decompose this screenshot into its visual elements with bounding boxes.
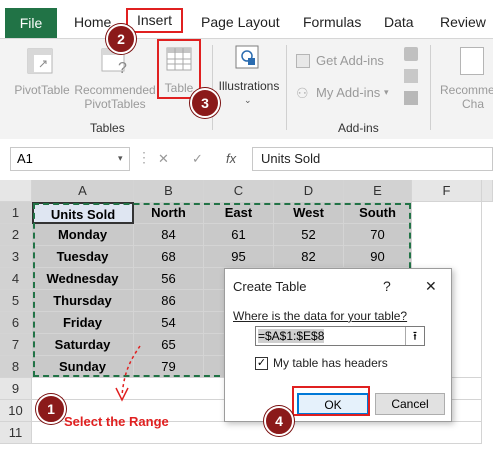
row-header[interactable]: 3	[0, 246, 32, 268]
tab-review[interactable]: Review	[440, 14, 486, 30]
dialog-title: Create Table	[233, 279, 307, 294]
column-header-e[interactable]: E	[344, 180, 412, 202]
cancel-button[interactable]: Cancel	[375, 393, 445, 415]
chevron-down-icon: ▾	[384, 87, 389, 97]
row-header[interactable]: 11	[0, 422, 32, 444]
ok-highlight	[292, 386, 370, 416]
more-icon: ⋮	[137, 149, 151, 165]
ribbon-tab-bar: File Home Insert Page Layout Formulas Da…	[0, 0, 493, 40]
row-header[interactable]: 7	[0, 334, 32, 356]
tab-data[interactable]: Data	[384, 14, 414, 30]
recommended-charts-icon	[460, 47, 484, 75]
row-header[interactable]: 8	[0, 356, 32, 378]
column-header-a[interactable]: A	[32, 180, 134, 202]
ribbon-separator	[212, 45, 213, 130]
row-header[interactable]: 1	[0, 202, 32, 224]
illustrations-label: Illustrations	[218, 79, 280, 93]
name-box[interactable]: A1	[10, 147, 130, 171]
row-header[interactable]: 10	[0, 400, 32, 422]
headers-checkbox-label[interactable]: My table has headers	[273, 356, 388, 370]
ribbon-separator	[430, 45, 431, 130]
addins-icon: ⚇	[296, 85, 309, 101]
tab-insert[interactable]: Insert	[126, 8, 183, 33]
group-label-tables: Tables	[90, 121, 125, 135]
row-header[interactable]: 2	[0, 224, 32, 246]
collapse-dialog-icon[interactable]: ⭱	[405, 327, 424, 345]
row-header[interactable]: 5	[0, 290, 32, 312]
help-button[interactable]: ?	[383, 278, 391, 294]
ribbon-separator	[286, 45, 287, 130]
recommended-pivottables-button[interactable]: ? Recommended PivotTables	[72, 43, 158, 115]
visio-icon[interactable]	[404, 47, 418, 61]
recommended-charts-label-2: Cha	[462, 97, 485, 111]
tab-file[interactable]: File	[5, 8, 57, 38]
ribbon: PivotTable ? Recommended PivotTables Tab…	[0, 38, 493, 140]
row-header[interactable]: 4	[0, 268, 32, 290]
tab-formulas[interactable]: Formulas	[303, 14, 361, 30]
formula-bar: A1 ▾ ⋮ ✕ ✓ fx Units Sold	[0, 139, 493, 179]
get-addins-button[interactable]: Get Add-ins	[296, 53, 396, 73]
pivottable-button[interactable]: PivotTable	[12, 43, 72, 103]
column-header-f[interactable]: F	[412, 180, 482, 202]
recommended-charts-button[interactable]: Recomme Cha	[438, 43, 493, 113]
chevron-down-icon[interactable]: ▾	[118, 153, 123, 164]
people-graph-icon[interactable]	[404, 91, 418, 105]
column-header-d[interactable]: D	[274, 180, 344, 202]
recommended-charts-label-1: Recomme	[440, 83, 493, 97]
cancel-icon[interactable]: ✕	[158, 151, 169, 167]
range-value: =$A$1:$E$8	[258, 329, 325, 343]
step-badge-4: 4	[264, 406, 294, 436]
step-badge-3: 3	[190, 88, 220, 118]
row-header[interactable]: 9	[0, 378, 32, 400]
tab-page-layout[interactable]: Page Layout	[201, 14, 280, 30]
tab-home[interactable]: Home	[74, 14, 111, 30]
svg-text:?: ?	[118, 60, 127, 77]
pivottable-icon	[27, 48, 53, 74]
table-button[interactable]: Table	[157, 39, 201, 99]
range-input[interactable]: =$A$1:$E$8 ⭱	[255, 326, 425, 346]
my-addins-label: My Add-ins	[316, 85, 381, 100]
group-label-addins: Add-ins	[338, 121, 379, 135]
illustrations-icon	[235, 45, 259, 69]
step-badge-1: 1	[36, 394, 66, 424]
step-badge-2: 2	[106, 24, 136, 54]
enter-icon[interactable]: ✓	[192, 151, 203, 167]
pivottable-label: PivotTable	[14, 83, 70, 97]
column-header-g[interactable]	[482, 180, 493, 202]
select-range-annotation: Select the Range	[64, 414, 169, 429]
close-icon[interactable]: ✕	[425, 278, 437, 295]
column-header-b[interactable]: B	[134, 180, 204, 202]
select-all-corner[interactable]	[0, 180, 32, 202]
illustrations-button[interactable]: Illustrations ⌄	[214, 41, 284, 105]
bing-icon[interactable]	[404, 69, 418, 83]
get-addins-label: Get Add-ins	[316, 53, 384, 68]
arrow-icon	[115, 345, 141, 402]
row-header[interactable]: 6	[0, 312, 32, 334]
recommended-pivottables-label-1: Recommended	[74, 83, 156, 97]
headers-checkbox[interactable]: ✓	[255, 357, 268, 370]
chevron-down-icon: ⌄	[244, 95, 252, 105]
formula-input[interactable]: Units Sold	[252, 147, 493, 171]
store-icon	[296, 54, 310, 68]
column-header-c[interactable]: C	[204, 180, 274, 202]
recommended-pivottables-label-2: PivotTables	[84, 97, 146, 111]
insert-function-icon[interactable]: fx	[226, 151, 236, 166]
my-addins-button[interactable]: ⚇ My Add-ins ▾	[296, 85, 406, 105]
table-icon	[166, 47, 192, 71]
range-prompt: Where is the data for your table?	[233, 309, 408, 323]
